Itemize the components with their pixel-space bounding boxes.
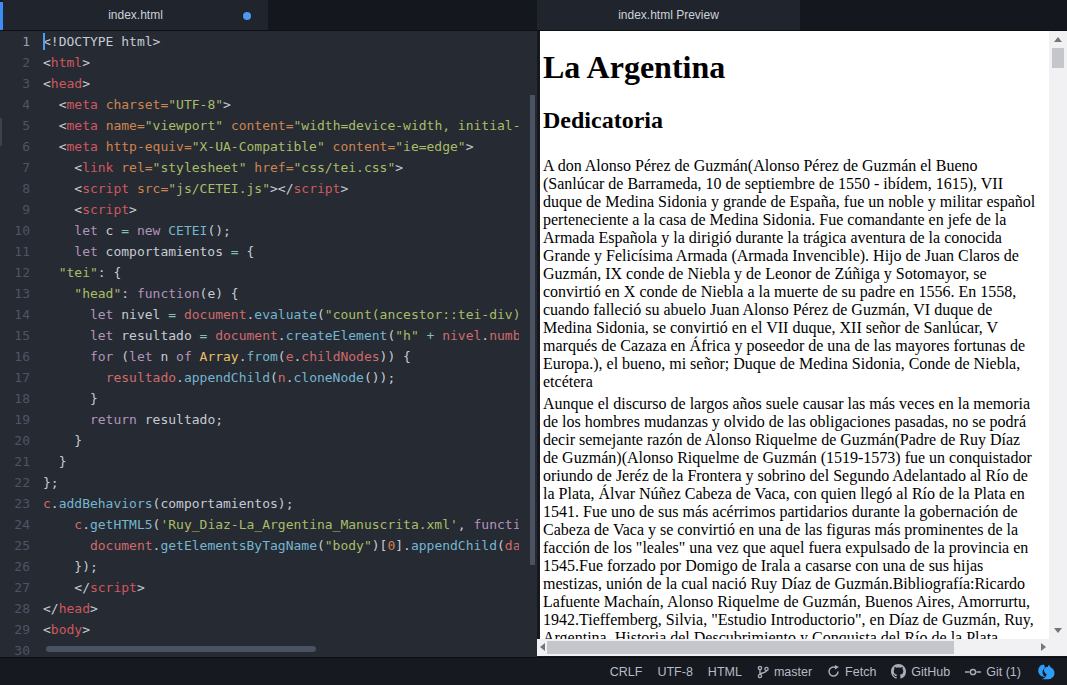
code-line[interactable]: 2<html> (0, 52, 519, 73)
code-line[interactable]: 7 <link rel="stylesheet" href="css/tei.c… (0, 157, 519, 178)
code-line[interactable]: 29<body> (0, 619, 519, 640)
code-line[interactable]: 23c.addBehaviors(comportamientos); (0, 493, 519, 514)
code-line[interactable]: 25 document.getElementsByTagName("body")… (0, 535, 519, 556)
code-line[interactable]: 22}; (0, 472, 519, 493)
preview-document: La Argentina Dedicatoria A don Alonso Pé… (540, 31, 1046, 639)
preview-subtitle: Dedicatoria (543, 106, 1038, 134)
tab-bar: index.html index.html Preview (0, 0, 1067, 31)
scroll-down-arrow-icon[interactable] (1054, 628, 1062, 633)
code-line[interactable]: 9 <script> (0, 199, 519, 220)
git-branch-icon (757, 665, 769, 679)
preview-hscrollbar[interactable] (537, 639, 1049, 656)
brackets-window: index.html index.html Preview 1<!DOCTYPE… (0, 0, 1067, 685)
tab-index-html-preview[interactable]: index.html Preview (537, 0, 800, 30)
live-preview-pane: La Argentina Dedicatoria A don Alonso Pé… (537, 31, 1067, 639)
preview-paragraph: A don Alonso Pérez de Guzmán(Alonso Pére… (543, 157, 1038, 391)
code-line[interactable]: 1<!DOCTYPE html> (0, 31, 519, 52)
code-line[interactable]: 11 let comportamientos = { (0, 241, 519, 262)
line-endings-indicator[interactable]: CRLF (610, 665, 643, 679)
preview-vscrollbar-thumb[interactable] (1052, 48, 1064, 68)
code-line[interactable]: 14 let nivel = document.evaluate("count(… (0, 304, 519, 325)
code-line[interactable]: 15 let resultado = document.createElemen… (0, 325, 519, 346)
code-line[interactable]: 19 return resultado; (0, 409, 519, 430)
tab-index-html[interactable]: index.html (3, 0, 268, 30)
code-lines: 1<!DOCTYPE html>2<html>3<head>4 <meta ch… (0, 31, 519, 658)
code-line[interactable]: 16 for (let n of Array.from(e.childNodes… (0, 346, 519, 367)
code-line[interactable]: 12 "tei": { (0, 262, 519, 283)
code-line[interactable]: 18 } (0, 388, 519, 409)
code-line[interactable]: 26 }); (0, 556, 519, 577)
preview-title: La Argentina (543, 49, 1038, 86)
tab-title: index.html Preview (618, 8, 719, 22)
code-line[interactable]: 27 </script> (0, 577, 519, 598)
code-line[interactable]: 3<head> (0, 73, 519, 94)
code-line[interactable]: 13 "head": function(e) { (0, 283, 519, 304)
git-commit-icon (965, 667, 981, 677)
encoding-indicator[interactable]: UTF-8 (657, 665, 692, 679)
preview-paragraph: Aunque el discurso de largos años suele … (543, 395, 1038, 639)
language-indicator[interactable]: HTML (708, 665, 742, 679)
git-branch-indicator[interactable]: master (757, 665, 812, 679)
brackets-squirrel-icon[interactable] (1036, 663, 1055, 680)
github-button[interactable]: GitHub (891, 664, 950, 679)
preview-hscrollbar-thumb[interactable] (547, 641, 954, 654)
git-commits-indicator[interactable]: Git (1) (965, 665, 1021, 679)
editor-hscrollbar-thumb[interactable] (46, 646, 316, 652)
scroll-left-arrow-icon[interactable] (540, 643, 545, 651)
code-line[interactable]: 10 let c = new CETEI(); (0, 220, 519, 241)
left-edge-strip (0, 118, 2, 146)
unsaved-dot-icon (243, 12, 251, 20)
scroll-up-arrow-icon[interactable] (1054, 37, 1062, 42)
code-line[interactable]: 5 <meta name="viewport" content="width=d… (0, 115, 519, 136)
tab-title: index.html (108, 8, 163, 22)
github-icon (891, 664, 906, 679)
code-line[interactable]: 24 c.getHTML5('Ruy_Diaz-La_Argentina_Man… (0, 514, 519, 535)
code-line[interactable]: 4 <meta charset="UTF-8"> (0, 94, 519, 115)
scrollbar-corner (1049, 639, 1067, 656)
git-fetch-button[interactable]: Fetch (827, 665, 876, 679)
code-line[interactable]: 6 <meta http-equiv="X-UA-Compatible" con… (0, 136, 519, 157)
code-line[interactable]: 8 <script src="js/CETEI.js"></script> (0, 178, 519, 199)
code-line[interactable]: 17 resultado.appendChild(n.cloneNode()); (0, 367, 519, 388)
code-line[interactable]: 28</head> (0, 598, 519, 619)
code-editor[interactable]: 1<!DOCTYPE html>2<html>3<head>4 <meta ch… (0, 31, 519, 658)
sync-icon (827, 665, 840, 678)
preview-vscrollbar[interactable] (1049, 31, 1067, 639)
status-bar: CRLF UTF-8 HTML master Fetch GitHub Git … (0, 657, 1067, 685)
code-line[interactable]: 21 } (0, 451, 519, 472)
code-line[interactable]: 20 } (0, 430, 519, 451)
scroll-right-arrow-icon[interactable] (1041, 643, 1046, 651)
text-cursor (43, 33, 45, 50)
editor-vscrollbar-thumb[interactable] (530, 95, 535, 565)
